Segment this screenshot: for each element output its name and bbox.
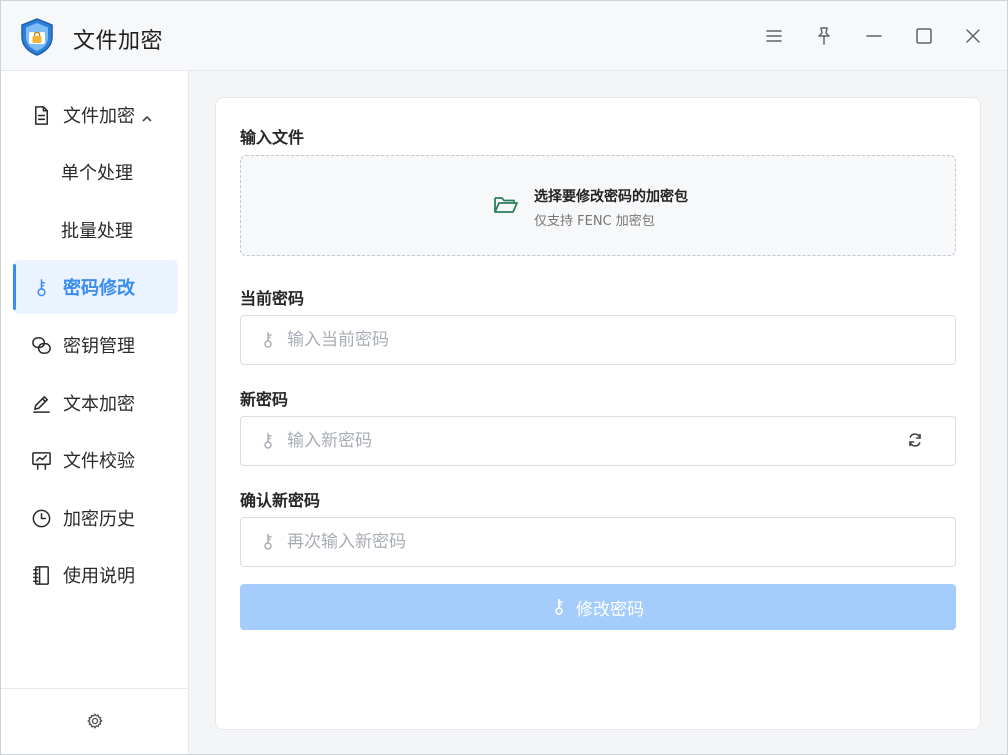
close-button[interactable] [960, 23, 986, 49]
sidebar-item-label: 文件加密 [63, 106, 135, 127]
key-icon [261, 432, 277, 450]
pin-button[interactable] [811, 23, 837, 49]
file-dropzone[interactable]: 选择要修改密码的加密包 仅支持 FENC 加密包 [240, 155, 956, 256]
sidebar-item-label: 密码修改 [63, 278, 135, 299]
key-icon [30, 276, 52, 298]
sidebar-item-file-verify[interactable]: 文件校验 [13, 433, 178, 487]
app-title: 文件加密 [73, 29, 164, 54]
new-password-label: 新密码 [240, 390, 289, 409]
change-password-button-label: 修改密码 [576, 599, 644, 619]
change-password-card: 输入文件 选择要修改密码的加密包 仅支持 FENC 加密包 当前密码 新密码 确… [215, 97, 981, 730]
menu-button[interactable] [761, 23, 787, 49]
sidebar-item-label: 密钥管理 [63, 336, 135, 357]
generate-password-button[interactable] [907, 432, 925, 450]
sidebar-subitem-batch[interactable]: 批量处理 [61, 210, 133, 250]
minimize-icon [866, 35, 882, 37]
new-password-field [240, 416, 956, 466]
new-password-input[interactable] [287, 431, 887, 451]
sidebar: 文件加密 单个处理 批量处理 密码修改 密钥管理 文本加密 文件校验 加密历史 … [1, 71, 189, 754]
folder-open-icon [493, 193, 521, 219]
input-file-label: 输入文件 [240, 128, 305, 147]
title-bar: 文件加密 [1, 1, 1007, 71]
sidebar-item-change-password[interactable]: 密码修改 [13, 260, 178, 314]
document-icon [30, 104, 52, 126]
current-password-label: 当前密码 [240, 289, 305, 308]
link-icon [30, 334, 52, 356]
sidebar-item-label: 文本加密 [63, 394, 135, 415]
sidebar-item-label: 使用说明 [63, 566, 135, 587]
app-window: 文件加密 文件加密 单个处理 批量处理 密码修改 密钥管理 文本加密 文件校验 … [0, 0, 1008, 755]
sidebar-item-file-encrypt[interactable]: 文件加密 [13, 88, 178, 142]
dropzone-subtitle: 仅支持 FENC 加密包 [534, 214, 655, 229]
change-password-button[interactable]: 修改密码 [240, 584, 956, 630]
presentation-icon [30, 449, 52, 471]
sidebar-item-label: 加密历史 [63, 509, 135, 530]
app-logo-icon [18, 17, 56, 57]
current-password-input[interactable] [287, 330, 887, 350]
sidebar-footer [1, 688, 188, 754]
sidebar-item-encrypt-history[interactable]: 加密历史 [13, 491, 178, 545]
sidebar-item-key-management[interactable]: 密钥管理 [13, 318, 178, 372]
confirm-password-field [240, 517, 956, 567]
close-icon [966, 29, 980, 43]
notebook-icon [30, 564, 52, 586]
sidebar-item-label: 文件校验 [63, 451, 135, 472]
maximize-button[interactable] [911, 23, 937, 49]
sidebar-subitem-single[interactable]: 单个处理 [61, 152, 133, 192]
hamburger-icon [766, 30, 782, 42]
pen-icon [30, 392, 52, 414]
sidebar-item-instructions[interactable]: 使用说明 [13, 548, 178, 602]
key-icon [261, 331, 277, 349]
confirm-password-label: 确认新密码 [240, 491, 321, 510]
settings-button[interactable] [86, 712, 104, 734]
minimize-button[interactable] [861, 23, 887, 49]
confirm-password-input[interactable] [287, 532, 887, 552]
chevron-up-icon [141, 109, 153, 122]
refresh-icon [909, 433, 921, 447]
pin-icon [818, 27, 830, 45]
current-password-field [240, 315, 956, 365]
sidebar-item-text-encrypt[interactable]: 文本加密 [13, 376, 178, 430]
gear-icon [86, 712, 103, 729]
maximize-icon [916, 28, 932, 44]
dropzone-title: 选择要修改密码的加密包 [534, 189, 688, 205]
clock-icon [30, 507, 52, 529]
key-icon [261, 533, 277, 551]
key-icon [552, 598, 566, 616]
